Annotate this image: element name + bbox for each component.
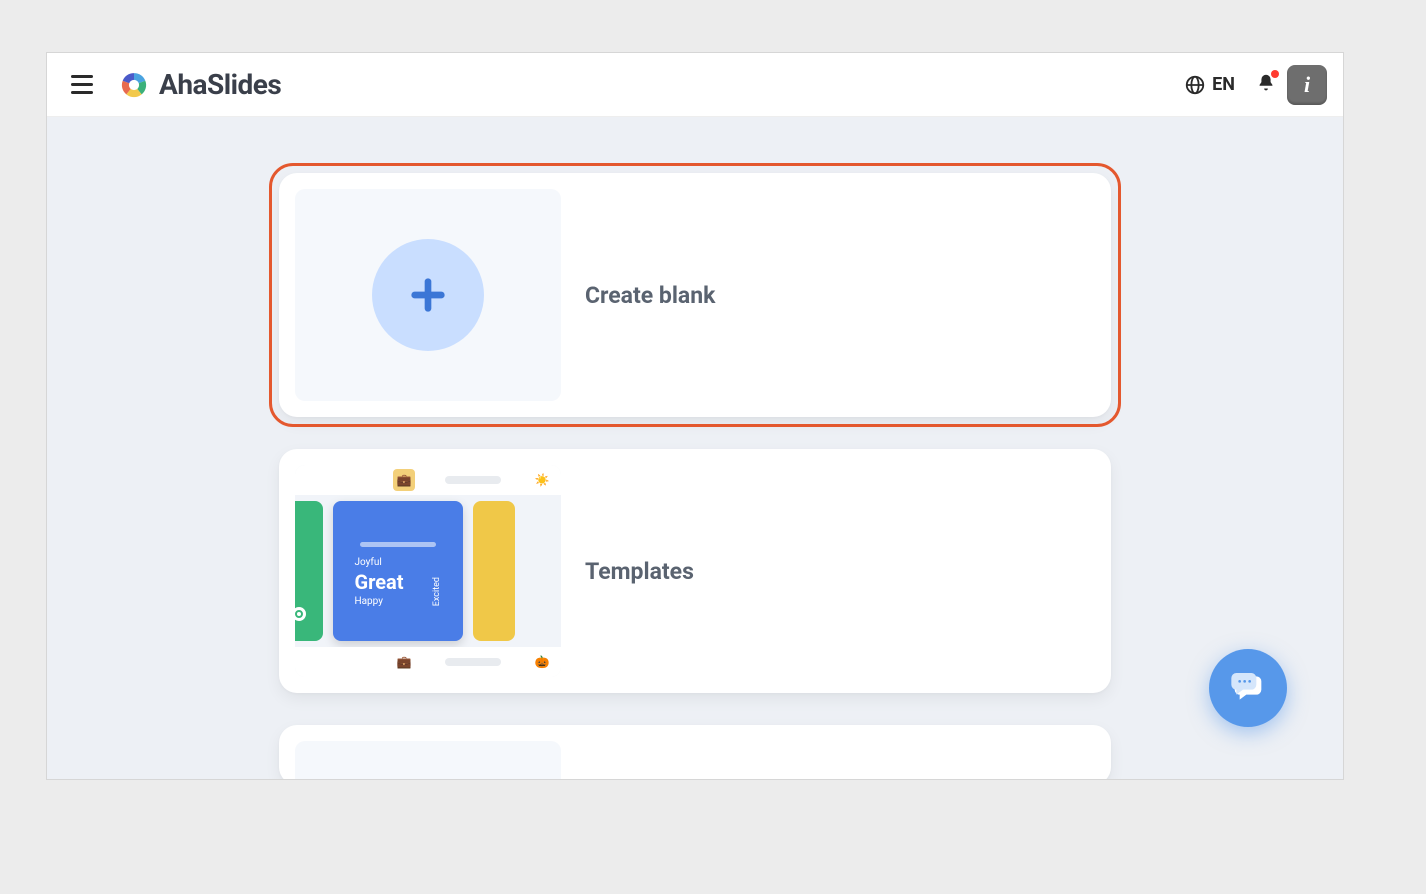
language-selector[interactable]: EN bbox=[1174, 68, 1245, 102]
brand-logo[interactable]: AhaSlides bbox=[117, 68, 281, 102]
content: Create blank 💼 ☀️ bbox=[47, 117, 1343, 779]
template-slide-blue: Joyful Great Happy Excited bbox=[333, 501, 463, 641]
briefcase-icon: 💼 bbox=[393, 651, 415, 673]
hamburger-menu-icon[interactable] bbox=[71, 71, 99, 99]
next-card-peek[interactable] bbox=[279, 725, 1111, 779]
language-code: EN bbox=[1212, 74, 1235, 95]
template-word-top: Joyful bbox=[354, 557, 403, 568]
pumpkin-icon: 🎃 bbox=[531, 651, 553, 673]
create-blank-card[interactable]: Create blank bbox=[279, 173, 1111, 417]
template-word-side: Excited bbox=[432, 577, 442, 606]
globe-icon bbox=[1184, 74, 1206, 96]
app-frame: AhaSlides EN i bbox=[46, 52, 1344, 780]
briefcase-icon: 💼 bbox=[393, 469, 415, 491]
logo-icon bbox=[117, 68, 151, 102]
template-slide-yellow bbox=[473, 501, 515, 641]
template-word-main: Great bbox=[354, 570, 403, 594]
radio-icon bbox=[295, 607, 306, 621]
templates-label: Templates bbox=[585, 558, 694, 585]
notifications-button[interactable] bbox=[1245, 66, 1287, 104]
next-card-thumbnail bbox=[295, 741, 561, 779]
notification-dot-icon bbox=[1271, 70, 1279, 78]
templates-card[interactable]: 💼 ☀️ Joyf bbox=[279, 449, 1111, 693]
sun-icon: ☀️ bbox=[531, 469, 553, 491]
template-word-bottom: Happy bbox=[354, 596, 403, 607]
header: AhaSlides EN i bbox=[47, 53, 1343, 117]
chat-icon bbox=[1228, 668, 1268, 708]
content-scroll[interactable]: Create blank 💼 ☀️ bbox=[47, 117, 1343, 779]
plus-icon bbox=[408, 275, 448, 315]
plus-circle-icon bbox=[372, 239, 484, 351]
chat-button[interactable] bbox=[1209, 649, 1287, 727]
template-slide-green bbox=[295, 501, 323, 641]
brand-name: AhaSlides bbox=[159, 68, 281, 101]
create-blank-thumbnail bbox=[295, 189, 561, 401]
templates-thumbnail: 💼 ☀️ Joyf bbox=[295, 465, 561, 677]
create-blank-label: Create blank bbox=[585, 282, 715, 309]
info-button[interactable]: i bbox=[1287, 65, 1327, 105]
info-icon: i bbox=[1304, 72, 1310, 98]
